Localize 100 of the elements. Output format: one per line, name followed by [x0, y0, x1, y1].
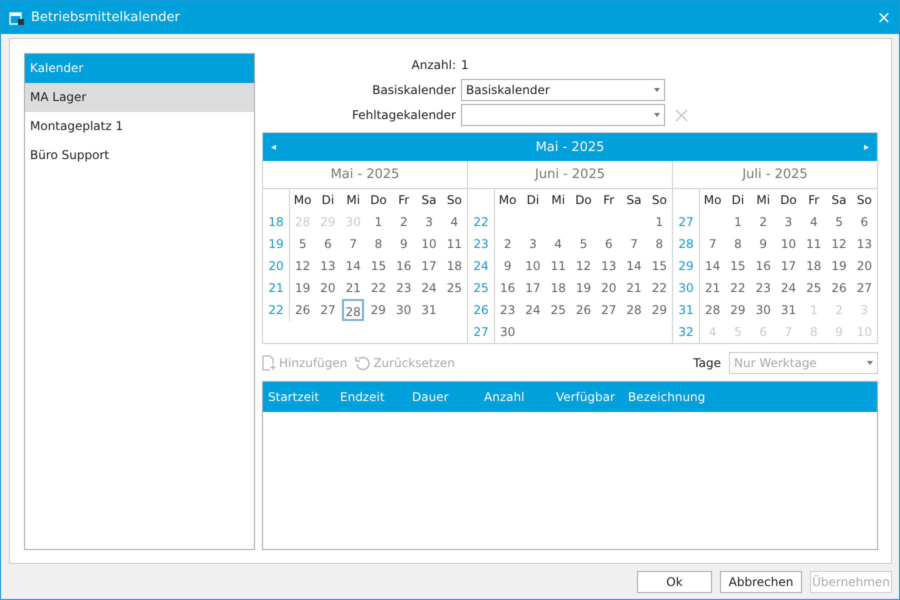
day-cell[interactable]: 21 — [621, 277, 647, 299]
day-cell[interactable]: 28 — [342, 299, 364, 321]
day-cell[interactable]: 10 — [416, 233, 442, 255]
day-cell[interactable]: 24 — [776, 277, 802, 299]
column-header[interactable]: Endzeit — [340, 390, 412, 404]
day-cell[interactable]: 14 — [700, 255, 726, 277]
column-header[interactable]: Startzeit — [268, 390, 340, 404]
day-cell[interactable]: 3 — [416, 211, 442, 233]
day-cell[interactable]: 3 — [520, 233, 546, 255]
previous-button[interactable]: ◂ — [271, 142, 276, 152]
day-cell[interactable]: 18 — [801, 255, 826, 277]
day-cell[interactable]: 12 — [826, 233, 852, 255]
clear-icon[interactable] — [675, 108, 688, 122]
day-cell[interactable]: 12 — [570, 255, 596, 277]
day-cell[interactable]: 11 — [801, 233, 826, 255]
day-cell[interactable]: 1 — [725, 211, 751, 233]
day-cell[interactable]: 18 — [546, 277, 571, 299]
day-cell[interactable]: 1 — [646, 211, 672, 233]
day-cell[interactable]: 15 — [725, 255, 751, 277]
day-cell[interactable]: 7 — [340, 233, 366, 255]
day-cell[interactable]: 13 — [596, 255, 622, 277]
day-cell[interactable]: 8 — [725, 233, 751, 255]
day-cell[interactable]: 21 — [700, 277, 726, 299]
day-cell[interactable]: 3 — [776, 211, 802, 233]
day-cell[interactable]: 4 — [546, 233, 571, 255]
column-header[interactable]: Dauer — [412, 390, 484, 404]
next-button[interactable]: ▸ — [864, 142, 869, 152]
day-cell[interactable]: 9 — [750, 233, 776, 255]
day-cell[interactable]: 14 — [621, 255, 647, 277]
day-cell[interactable]: 4 — [801, 211, 826, 233]
day-cell[interactable]: 10 — [520, 255, 546, 277]
day-cell[interactable]: 2 — [495, 233, 520, 255]
day-cell[interactable]: 22 — [646, 277, 672, 299]
day-cell[interactable]: 23 — [391, 277, 416, 299]
day-cell[interactable]: 11 — [442, 233, 467, 255]
day-cell[interactable]: 28 — [700, 299, 726, 321]
day-cell[interactable]: 26 — [826, 277, 852, 299]
day-cell[interactable]: 8 — [646, 233, 672, 255]
calendar-list-item[interactable]: MA Lager — [25, 83, 254, 112]
day-cell[interactable]: 16 — [391, 255, 416, 277]
column-header[interactable]: Anzahl — [484, 390, 556, 404]
calendar-list-item[interactable]: Montageplatz 1 — [25, 112, 254, 141]
day-cell[interactable]: 14 — [340, 255, 366, 277]
day-cell[interactable]: 31 — [416, 299, 442, 321]
day-cell[interactable]: 25 — [801, 277, 826, 299]
dialog-button[interactable]: Abbrechen — [720, 571, 802, 593]
day-cell[interactable]: 20 — [852, 255, 877, 277]
day-cell[interactable]: 23 — [750, 277, 776, 299]
day-cell[interactable]: 24 — [416, 277, 442, 299]
calendar-list-item[interactable]: Kalender — [25, 54, 254, 83]
day-cell[interactable]: 2 — [750, 211, 776, 233]
day-cell[interactable]: 30 — [750, 299, 776, 321]
day-cell[interactable]: 19 — [826, 255, 852, 277]
day-cell[interactable]: 20 — [596, 277, 622, 299]
day-cell[interactable]: 30 — [495, 321, 520, 343]
day-cell[interactable]: 2 — [391, 211, 416, 233]
day-cell[interactable]: 27 — [596, 299, 622, 321]
day-cell[interactable]: 7 — [621, 233, 647, 255]
day-cell[interactable]: 29 — [366, 299, 391, 321]
day-cell[interactable]: 10 — [776, 233, 802, 255]
day-cell[interactable]: 19 — [570, 277, 596, 299]
day-cell[interactable]: 9 — [391, 233, 416, 255]
day-cell[interactable]: 25 — [442, 277, 467, 299]
day-cell[interactable]: 7 — [700, 233, 726, 255]
day-cell[interactable]: 30 — [390, 299, 416, 321]
day-cell[interactable]: 21 — [340, 277, 366, 299]
day-cell[interactable]: 16 — [750, 255, 776, 277]
day-cell[interactable]: 31 — [776, 299, 802, 321]
day-cell[interactable]: 22 — [725, 277, 751, 299]
day-cell[interactable]: 15 — [366, 255, 392, 277]
column-header[interactable]: Bezeichnung — [628, 390, 706, 404]
day-cell[interactable]: 5 — [290, 233, 316, 255]
day-cell[interactable]: 13 — [852, 233, 877, 255]
day-cell[interactable]: 4 — [442, 211, 467, 233]
column-header[interactable]: Verfügbar — [556, 390, 628, 404]
day-cell[interactable]: 17 — [776, 255, 802, 277]
day-cell[interactable]: 24 — [520, 299, 546, 321]
day-cell[interactable]: 8 — [366, 233, 392, 255]
day-cell[interactable]: 6 — [596, 233, 622, 255]
day-cell[interactable]: 11 — [546, 255, 571, 277]
dialog-button[interactable]: Ok — [637, 571, 712, 593]
day-cell[interactable]: 17 — [520, 277, 546, 299]
day-cell[interactable]: 1 — [366, 211, 392, 233]
day-cell[interactable]: 6 — [315, 233, 341, 255]
calendar-list-item[interactable]: Büro Support — [25, 141, 254, 170]
day-cell[interactable]: 29 — [725, 299, 751, 321]
absence-calendar-dropdown[interactable] — [461, 104, 665, 126]
day-cell[interactable]: 22 — [366, 277, 392, 299]
day-cell[interactable]: 26 — [570, 299, 596, 321]
day-cell[interactable]: 19 — [290, 277, 316, 299]
day-cell[interactable]: 5 — [570, 233, 596, 255]
day-cell[interactable]: 28 — [621, 299, 647, 321]
day-cell[interactable]: 12 — [290, 255, 316, 277]
day-cell[interactable]: 17 — [416, 255, 442, 277]
close-button[interactable]: × — [876, 8, 891, 28]
day-cell[interactable]: 6 — [852, 211, 877, 233]
day-cell[interactable]: 5 — [826, 211, 852, 233]
base-calendar-dropdown[interactable]: Basiskalender — [461, 79, 665, 101]
day-cell[interactable]: 25 — [546, 299, 571, 321]
day-cell[interactable]: 27 — [315, 299, 341, 321]
